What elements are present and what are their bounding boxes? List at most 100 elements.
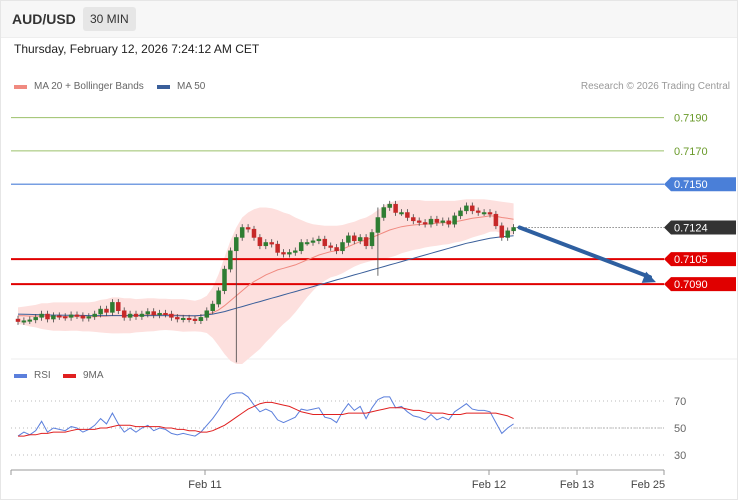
candle-up — [145, 311, 151, 315]
candle-up — [458, 210, 463, 217]
candle-down — [192, 318, 198, 321]
candle-up — [375, 217, 381, 233]
candle-down — [251, 228, 257, 238]
candle-up — [304, 242, 310, 245]
candle-down — [328, 245, 333, 248]
candle-up — [139, 313, 145, 317]
candle-up — [222, 268, 227, 291]
candle-down — [422, 222, 428, 225]
price-labels-layer: 0.7190 0.7170 0.7150 0.7124 0.7105 0.7090 — [664, 113, 736, 292]
candle-up — [210, 303, 215, 311]
candle-up — [216, 290, 221, 305]
rsi-panel: 30 50 70 — [11, 392, 686, 462]
candle-down — [257, 237, 263, 247]
candle-up — [68, 314, 74, 318]
candle-down — [434, 218, 440, 223]
candle-up — [39, 313, 44, 318]
candle-up — [381, 207, 387, 218]
candle-up — [110, 302, 115, 313]
candle-down — [245, 227, 251, 230]
x-tick-label-feb-12: Feb 12 — [472, 479, 506, 491]
candle-down — [499, 225, 505, 238]
candle-down — [352, 235, 357, 242]
price-level-label-0.7090: 0.7090 — [674, 279, 708, 291]
forecast-layer — [517, 225, 656, 283]
candle-down — [169, 313, 174, 318]
candle-down — [74, 314, 80, 317]
price-level-label-0.7190: 0.7190 — [674, 113, 708, 125]
price-chart-svg[interactable]: 0.7190 0.7170 0.7150 0.7124 0.7105 0.7090 30 5… — [1, 1, 737, 499]
candle-down — [186, 317, 192, 320]
candle-down — [446, 220, 451, 225]
candle-down — [470, 205, 475, 212]
candle-up — [387, 203, 392, 208]
candle-up — [198, 317, 204, 321]
candle-down — [416, 220, 422, 223]
candle-up — [428, 218, 434, 225]
price-levels-layer — [11, 117, 664, 286]
candle-down — [45, 313, 50, 320]
candle-up — [505, 230, 510, 238]
candle-down — [393, 203, 398, 213]
candle-up — [98, 308, 103, 315]
x-tick-label-feb-11: Feb 11 — [188, 479, 221, 491]
candle-up — [204, 310, 210, 318]
candle-down — [405, 212, 410, 218]
candle-up — [369, 232, 375, 247]
rsi-tick-50: 50 — [674, 423, 686, 435]
candle-down — [475, 210, 481, 213]
candle-down — [269, 242, 274, 245]
candle-down — [411, 217, 416, 222]
price-level-label-0.7170: 0.7170 — [674, 146, 708, 158]
price-level-label-0.7105: 0.7105 — [674, 254, 708, 266]
candle-down — [275, 243, 280, 253]
candle-up — [298, 242, 304, 252]
candle-up — [51, 315, 56, 320]
rsi-tick-30: 30 — [674, 450, 686, 462]
candle-down — [62, 316, 68, 319]
price-level-label-0.7150: 0.7150 — [674, 179, 708, 191]
candle-up — [346, 235, 351, 243]
bollinger-band-layer — [18, 199, 514, 364]
candle-down — [322, 238, 328, 247]
candle-up — [440, 220, 446, 223]
candle-down — [175, 317, 180, 320]
candle-down — [121, 310, 127, 318]
candle-up — [86, 316, 92, 319]
candle-up — [464, 205, 469, 212]
candle-down — [15, 318, 21, 322]
candle-up — [234, 237, 239, 252]
candle-down — [493, 213, 499, 227]
candle-up — [92, 313, 97, 317]
x-tick-label-feb-25: Feb 25 — [631, 479, 665, 491]
candle-up — [180, 317, 186, 320]
candle-up — [287, 252, 292, 255]
candle-up — [310, 240, 316, 243]
candle-up — [452, 215, 457, 225]
candle-up — [33, 317, 38, 321]
forecast-arrow-shaft — [517, 225, 652, 280]
candle-up — [511, 227, 516, 232]
candle-up — [481, 212, 487, 215]
candle-down — [334, 247, 339, 252]
candle-down — [80, 315, 86, 319]
chart-widget: AUD/USD 30 MIN Thursday, February 12, 20… — [0, 0, 738, 500]
candle-down — [116, 302, 121, 311]
candle-up — [21, 320, 27, 323]
candle-up — [27, 319, 33, 322]
candle-down — [151, 311, 156, 316]
rsi-tick-70: 70 — [674, 396, 686, 408]
candle-up — [127, 313, 133, 318]
candle-down — [57, 315, 62, 318]
candle-down — [363, 237, 369, 247]
candle-down — [163, 312, 168, 315]
bollinger-band-fill — [18, 199, 514, 364]
candle-down — [133, 313, 139, 317]
candle-up — [157, 312, 162, 316]
candle-up — [228, 250, 233, 270]
x-tick-label-feb-13: Feb 13 — [560, 479, 594, 491]
candle-up — [239, 227, 245, 238]
candle-down — [281, 252, 286, 255]
candle-up — [357, 237, 363, 242]
candle-up — [399, 212, 404, 215]
